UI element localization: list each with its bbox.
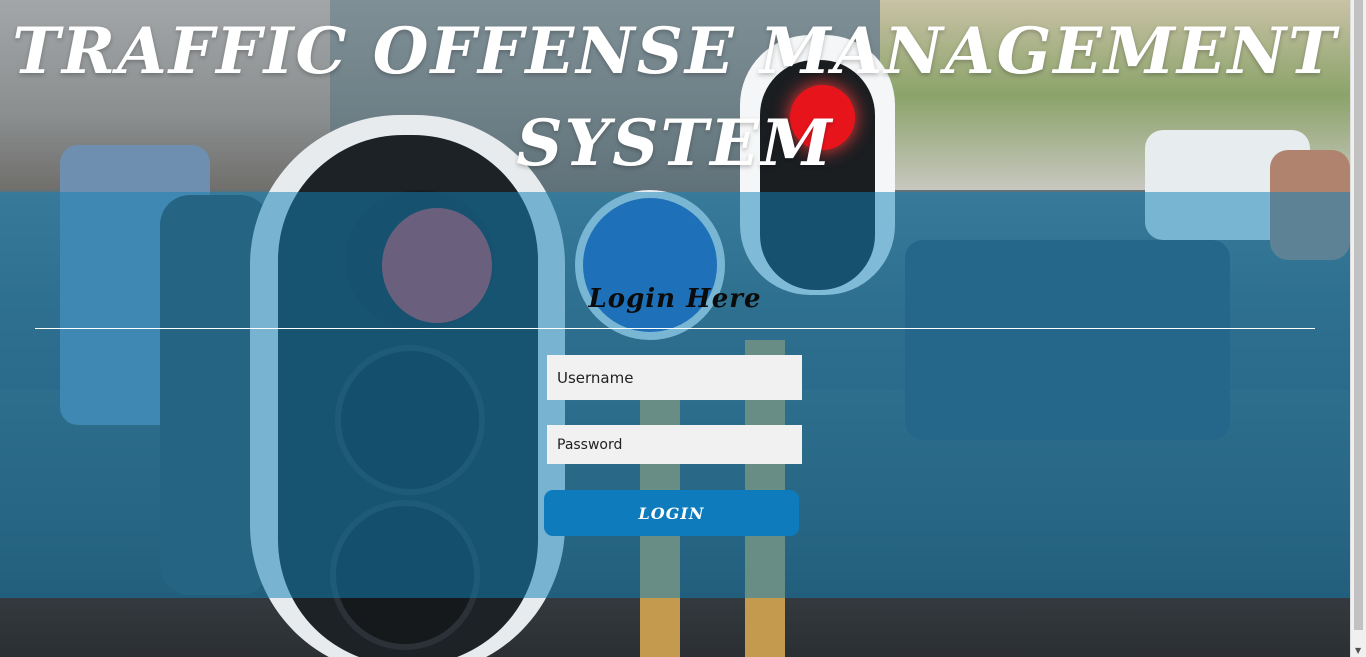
page-title: TRAFFIC OFFENSE MANAGEMENT SYSTEM (0, 6, 1350, 190)
login-button[interactable]: LOGIN (544, 490, 799, 536)
scrollbar-thumb[interactable] (1354, 0, 1363, 630)
login-heading: Login Here (588, 284, 762, 314)
page-title-line1: TRAFFIC OFFENSE MANAGEMENT (12, 14, 1338, 89)
scroll-down-icon[interactable]: ▼ (1355, 645, 1361, 657)
login-panel: Login Here LOGIN (0, 192, 1350, 598)
vertical-scrollbar[interactable]: ▲ ▼ (1350, 0, 1366, 657)
username-input[interactable] (547, 355, 802, 400)
password-input[interactable] (547, 425, 802, 464)
divider (35, 328, 1315, 329)
page-title-line2: SYSTEM (516, 106, 834, 181)
